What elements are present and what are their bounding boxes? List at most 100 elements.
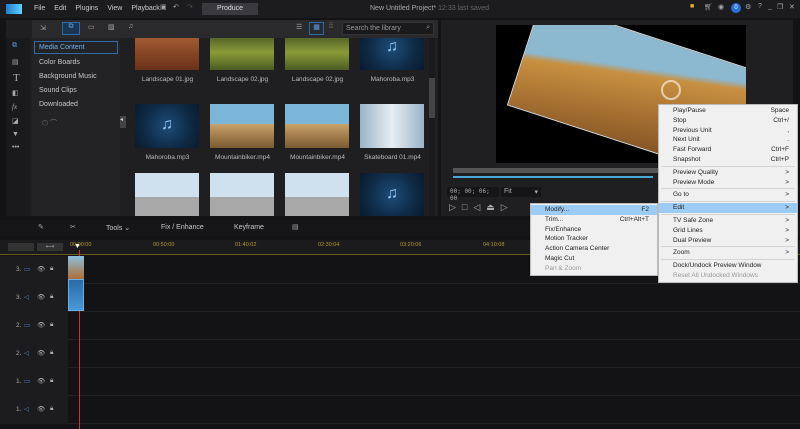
cart-icon[interactable]: 🛒︎ [704,3,713,11]
visibility-icon[interactable]: 👁︎ [37,321,45,329]
stop-icon[interactable]: □ [462,202,473,212]
help-icon[interactable]: ? [758,3,762,10]
image-filter-icon[interactable]: ▨ [108,23,115,31]
grid-view-icon[interactable]: ▦ [309,22,324,35]
audio-track[interactable]: 1. ◁ 👁︎ 🔒︎ [0,396,800,424]
video-track-icon[interactable]: ▭ [24,321,30,329]
audio-track[interactable]: 2. ◁ 👁︎ 🔒︎ [0,340,800,368]
rotation-handle[interactable] [661,80,681,100]
media-thumbnail[interactable] [210,38,274,70]
lock-icon[interactable]: 🔒︎ [50,405,53,413]
visibility-icon[interactable]: 👁︎ [37,349,45,357]
all-media-filter[interactable]: ⧉ [62,22,80,35]
restore-icon[interactable]: ❐ [777,3,783,11]
lock-icon[interactable]: 🔒︎ [50,265,53,273]
fit-timeline-button[interactable]: ⟷ [37,243,63,251]
category-color-boards[interactable]: Color Boards [32,57,120,68]
audio-track-icon[interactable]: ◁ [24,405,29,413]
effect-room-icon[interactable]: fx [6,100,30,114]
media-thumbnail[interactable] [135,173,199,216]
gift-icon[interactable]: ■ [690,3,694,10]
menu-item[interactable]: Previous Unit, [659,126,797,136]
play-icon[interactable]: ▷ [449,202,462,212]
tag-icons[interactable]: ⬡ ⌒ [32,110,120,136]
menu-item[interactable]: Edit > [659,203,797,213]
media-thumbnail[interactable] [360,38,424,70]
particle-room-icon[interactable]: ▼ [6,128,30,141]
menu-item[interactable]: Preview Quality > [659,168,797,178]
video-track[interactable]: 1. ▭ 👁︎ 🔒︎ [0,368,800,396]
lock-icon[interactable]: 🔒︎ [50,321,53,329]
library-search-input[interactable]: Search the library ⌕ [342,22,434,35]
video-track-icon[interactable]: ▭ [24,265,30,273]
tools-dropdown[interactable]: Tools ⌄ [106,224,130,232]
audio-track[interactable]: 3. ◁ 👁︎ 🔒︎ [0,284,800,312]
menu-file[interactable]: File [34,5,45,12]
category-sound-clips[interactable]: Sound Clips [32,85,120,96]
media-thumbnail[interactable] [285,104,349,148]
audio-filter-icon[interactable]: ♫ [128,23,133,30]
category-background-music[interactable]: Background Music [32,71,120,82]
menu-item[interactable]: Grid Lines > [659,226,797,236]
menu-item[interactable]: Next Unit. [659,135,797,145]
undo-icon[interactable]: ↶ [173,3,179,11]
previous-frame-icon[interactable]: ◁ [473,202,486,212]
menu-item[interactable]: TV Safe Zone > [659,216,797,226]
library-scrollbar[interactable] [429,38,435,216]
zoom-fit-dropdown[interactable]: Fit ▾ [501,187,541,197]
import-icon[interactable]: ▣ [160,3,167,11]
fix-enhance-button[interactable]: Fix / Enhance [161,224,204,231]
snapshot-icon[interactable]: ⏏ [486,202,501,212]
category-downloaded[interactable]: Downloaded [32,99,120,110]
video-track-icon[interactable]: ▭ [24,377,30,385]
menu-playback[interactable]: Playback [131,5,159,12]
media-thumbnail[interactable] [210,173,274,216]
transition-room-icon[interactable]: ◧ [6,86,30,100]
visibility-icon[interactable]: 👁︎ [37,293,45,301]
video-filter-icon[interactable]: ▭ [88,23,95,31]
timecode-field[interactable]: 00; 00; 06; 00 [447,187,499,202]
media-thumbnail[interactable] [285,173,349,216]
video-clip[interactable] [68,256,84,280]
menu-item[interactable]: Preview Mode > [659,178,797,188]
redo-icon[interactable]: ↷ [187,3,193,11]
menu-item[interactable]: Zoom > [659,248,797,258]
menu-view[interactable]: View [107,5,122,12]
menu-item[interactable]: Stop Ctrl+/ [659,116,797,126]
menu-item[interactable]: Magic Cut [531,254,657,264]
menu-edit[interactable]: Edit [54,5,66,12]
menu-item[interactable]: Pan & Zoom [531,264,657,274]
menu-item[interactable]: Action Camera Center [531,244,657,254]
media-thumbnail[interactable] [135,104,199,148]
visibility-icon[interactable]: 👁︎ [37,265,45,273]
notification-badge[interactable]: 0 [731,3,741,13]
account-icon[interactable]: ◉ [718,3,724,11]
produce-button[interactable]: Produce [202,3,258,15]
keyframe-button[interactable]: Keyframe [234,224,264,231]
menu-plugins[interactable]: Plugins [75,5,98,12]
visibility-icon[interactable]: 👁︎ [37,405,45,413]
menu-item[interactable]: Fast Forward Ctrl+F [659,145,797,155]
more-rooms-icon[interactable]: ••• [6,141,30,154]
menu-item[interactable]: Fix/Enhance [531,225,657,235]
audio-track-icon[interactable]: ◁ [24,349,29,357]
menu-item[interactable]: Reset All Undocked Windows [659,271,797,281]
media-thumbnail[interactable] [285,38,349,70]
playhead-marker[interactable]: ▼ [74,243,81,250]
menu-item[interactable]: Snapshot Ctrl+P [659,155,797,165]
edit-pen-icon[interactable]: ✎ [38,223,44,231]
minimize-icon[interactable]: _ [768,3,772,10]
pip-room-icon[interactable]: ◪ [6,114,30,128]
project-tools-icon[interactable]: ▤ [292,223,299,231]
media-room-icon[interactable]: ⧉ [6,38,30,54]
fx-room-icon[interactable]: ▤ [6,54,30,70]
menu-item[interactable]: Go to > [659,190,797,200]
lock-icon[interactable]: 🔒︎ [50,349,53,357]
menu-item[interactable]: Modify... F2 [531,205,657,215]
sort-icon[interactable]: ⁞⁞ [329,23,333,30]
visibility-icon[interactable]: 👁︎ [37,377,45,385]
preview-seekbar[interactable] [453,168,663,173]
title-room-icon[interactable]: T [6,70,30,86]
media-thumbnail[interactable] [360,173,424,216]
category-media-content[interactable]: Media Content [34,41,118,54]
